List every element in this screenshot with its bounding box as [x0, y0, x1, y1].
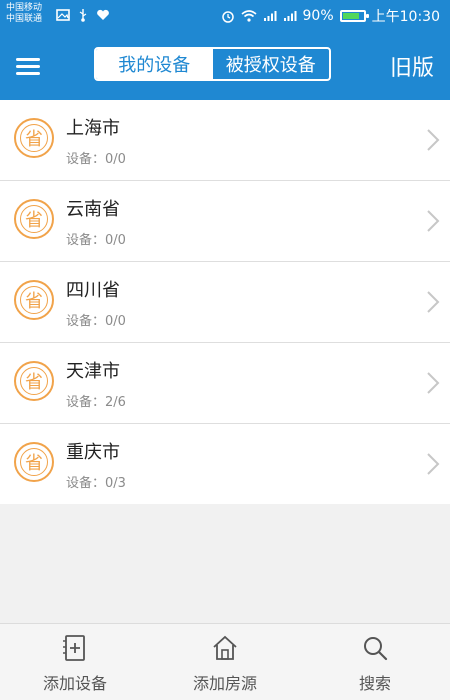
carrier-line-1: 中国移动: [6, 3, 43, 13]
usb-icon: [79, 9, 87, 22]
wifi-icon: [240, 10, 257, 22]
carrier-line-2: 中国联通: [6, 14, 43, 24]
device-count: 设备：0/0: [66, 314, 126, 329]
add-house-label: 添加房源: [192, 674, 257, 693]
old-version-button[interactable]: 旧版: [390, 50, 434, 82]
list-item[interactable]: 省 天津市 设备：2/6: [0, 343, 450, 424]
carrier-info: 中国移动 中国联通: [6, 3, 42, 25]
heart-icon: [97, 9, 109, 20]
device-count: 设备：0/0: [66, 233, 126, 248]
status-time: 上午10:30: [371, 9, 440, 25]
region-name: 四川省: [66, 280, 120, 301]
region-name: 上海市: [66, 118, 120, 139]
list-item[interactable]: 省 云南省 设备：0/0: [0, 181, 450, 262]
signal-icon: [263, 11, 277, 21]
list-item[interactable]: 省 四川省 设备：0/0: [0, 262, 450, 343]
chevron-right-icon: [427, 372, 440, 394]
battery-percent: 90%: [302, 8, 334, 24]
province-badge-icon: 省: [14, 199, 54, 239]
add-device-button[interactable]: 添加设备: [0, 624, 150, 700]
region-name: 云南省: [66, 199, 120, 220]
add-device-label: 添加设备: [42, 674, 107, 693]
tab-my-devices[interactable]: 我的设备: [96, 49, 213, 79]
device-count: 设备：0/3: [66, 476, 126, 491]
tab-authorized-devices[interactable]: 被授权设备: [213, 49, 330, 79]
battery-icon: [339, 10, 369, 22]
alarm-icon: [221, 11, 234, 23]
chevron-right-icon: [427, 129, 440, 151]
list-item[interactable]: 省 重庆市 设备：0/3: [0, 424, 450, 504]
list-item[interactable]: 省 上海市 设备：0/0: [0, 100, 450, 181]
status-left-icons: [56, 8, 110, 22]
top-bar: 我的设备 被授权设备 旧版: [0, 34, 450, 100]
device-list: 省 上海市 设备：0/0 省 云南省 设备：0/0 省 四川省 设备：0/0 省…: [0, 100, 450, 504]
search-button[interactable]: 搜索: [300, 624, 450, 700]
add-house-button[interactable]: 添加房源: [150, 624, 300, 700]
chevron-right-icon: [427, 210, 440, 232]
region-name: 天津市: [66, 361, 120, 382]
bottom-nav: 添加设备 添加房源 搜索: [0, 623, 450, 700]
region-name: 重庆市: [66, 442, 120, 463]
province-badge-icon: 省: [14, 361, 54, 401]
chevron-right-icon: [427, 291, 440, 313]
province-badge-icon: 省: [14, 280, 54, 320]
province-badge-icon: 省: [14, 118, 54, 158]
chevron-right-icon: [427, 453, 440, 475]
house-icon: [213, 635, 237, 660]
device-tabs: 我的设备 被授权设备: [94, 47, 331, 81]
device-count: 设备：0/0: [66, 152, 126, 167]
status-bar: 中国移动 中国联通 90% 上午10:30: [0, 0, 450, 34]
province-badge-icon: 省: [14, 442, 54, 482]
add-device-icon: [63, 635, 85, 661]
search-icon: [364, 637, 388, 661]
image-icon: [56, 9, 70, 21]
device-count: 设备：2/6: [66, 395, 126, 410]
menu-icon[interactable]: [16, 54, 40, 76]
status-right: 90% 上午10:30: [221, 6, 440, 26]
search-label: 搜索: [358, 674, 391, 693]
signal-icon-2: [283, 11, 297, 21]
